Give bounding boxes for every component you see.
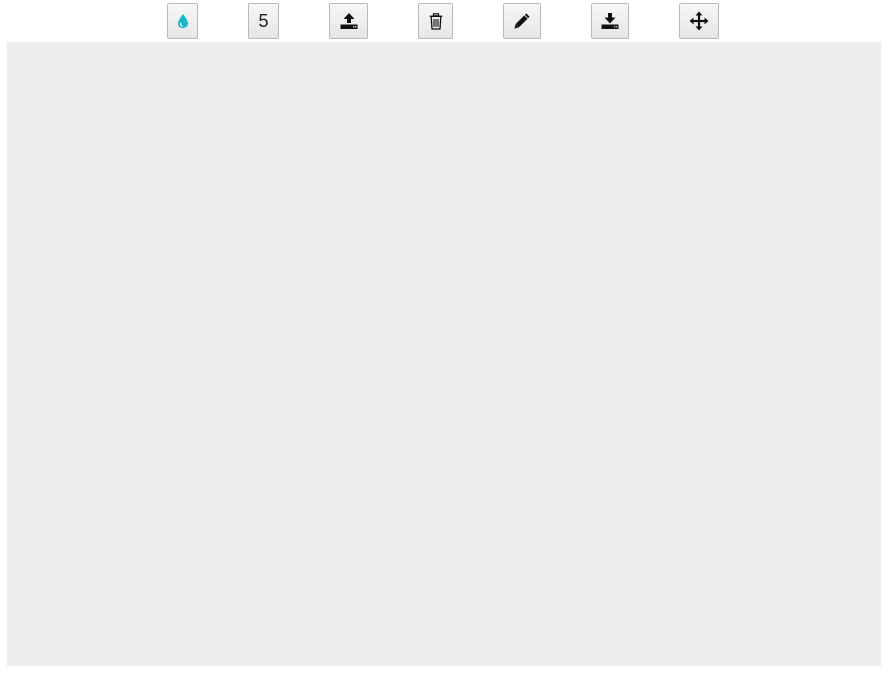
trash-icon — [429, 12, 443, 30]
delete-button[interactable] — [418, 3, 453, 39]
download-button[interactable] — [591, 3, 629, 39]
pencil-icon — [513, 12, 531, 30]
move-arrows-icon — [689, 11, 709, 31]
droplet-icon — [177, 13, 189, 29]
download-icon — [600, 12, 620, 30]
upload-icon — [339, 12, 359, 30]
move-button[interactable] — [679, 3, 719, 39]
color-button[interactable] — [167, 3, 198, 39]
toolbar: 5 — [0, 0, 889, 42]
draw-button[interactable] — [503, 3, 541, 39]
size-value: 5 — [258, 10, 269, 31]
upload-button[interactable] — [329, 3, 368, 39]
drawing-canvas[interactable] — [7, 42, 881, 666]
size-button[interactable]: 5 — [248, 3, 279, 39]
